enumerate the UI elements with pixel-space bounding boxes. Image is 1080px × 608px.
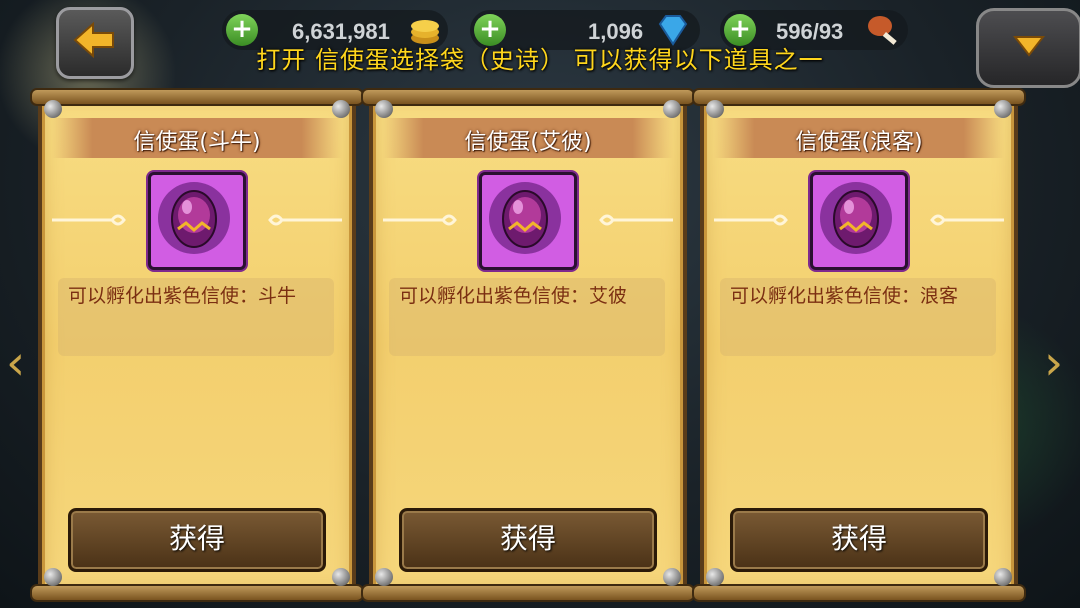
purple-egg-icon [489, 182, 561, 254]
banner-title: 打开 信使蛋选择袋（史诗） 可以获得以下道具之一 [256, 46, 824, 74]
rivet-icon [663, 568, 681, 586]
ornament-icon [599, 214, 673, 226]
rivet-icon [375, 100, 393, 118]
ornament-icon [268, 214, 342, 226]
egg-item-slot[interactable] [810, 172, 908, 270]
description-text: 可以孵化出紫色信使：艾彼 [399, 285, 628, 307]
egg-item-slot[interactable] [148, 172, 246, 270]
description-text: 可以孵化出紫色信使：斗牛 [68, 285, 297, 307]
scroll-rod-top [361, 88, 695, 106]
reward-card: 信使蛋(浪客) 可以孵化出紫色信使：浪客 获得 [692, 88, 1026, 602]
rivet-icon [706, 100, 724, 118]
card-description: 可以孵化出紫色信使：浪客 [720, 278, 996, 356]
rivet-icon [706, 568, 724, 586]
ornament-icon [714, 214, 788, 226]
scroll-rod-top [692, 88, 1026, 106]
get-button[interactable]: 获得 [399, 508, 657, 572]
card-description: 可以孵化出紫色信使：斗牛 [58, 278, 334, 356]
scroll-rod-top [30, 88, 364, 106]
get-button[interactable]: 获得 [730, 508, 988, 572]
ornament-icon [930, 214, 1004, 226]
rivet-icon [994, 100, 1012, 118]
reward-card: 信使蛋(斗牛) 可以孵化出紫色信使：斗牛 获得 [30, 88, 364, 602]
rivet-icon [44, 100, 62, 118]
right-arrow-icon[interactable]: › [1044, 335, 1063, 391]
card-title: 信使蛋(艾彼) [464, 130, 592, 155]
reward-card: 信使蛋(艾彼) 可以孵化出紫色信使：艾彼 获得 [361, 88, 695, 602]
rivet-icon [375, 568, 393, 586]
rivet-icon [44, 568, 62, 586]
card-title-band: 信使蛋(浪客) [714, 118, 1004, 158]
rivet-icon [994, 568, 1012, 586]
ornament-icon [52, 214, 126, 226]
description-text: 可以孵化出紫色信使：浪客 [730, 285, 959, 307]
rivet-icon [332, 568, 350, 586]
card-title: 信使蛋(斗牛) [133, 130, 261, 155]
card-title-band: 信使蛋(斗牛) [52, 118, 342, 158]
purple-egg-icon [820, 182, 892, 254]
egg-item-slot[interactable] [479, 172, 577, 270]
left-arrow-icon[interactable]: ‹ [6, 335, 25, 391]
scroll-rod-bottom [361, 584, 695, 602]
scroll-rod-bottom [30, 584, 364, 602]
purple-egg-icon [158, 182, 230, 254]
card-title-band: 信使蛋(艾彼) [383, 118, 673, 158]
scroll-rod-bottom [692, 584, 1026, 602]
get-button[interactable]: 获得 [68, 508, 326, 572]
card-description: 可以孵化出紫色信使：艾彼 [389, 278, 665, 356]
rivet-icon [332, 100, 350, 118]
card-title: 信使蛋(浪客) [795, 130, 923, 155]
ornament-icon [383, 214, 457, 226]
rivet-icon [663, 100, 681, 118]
